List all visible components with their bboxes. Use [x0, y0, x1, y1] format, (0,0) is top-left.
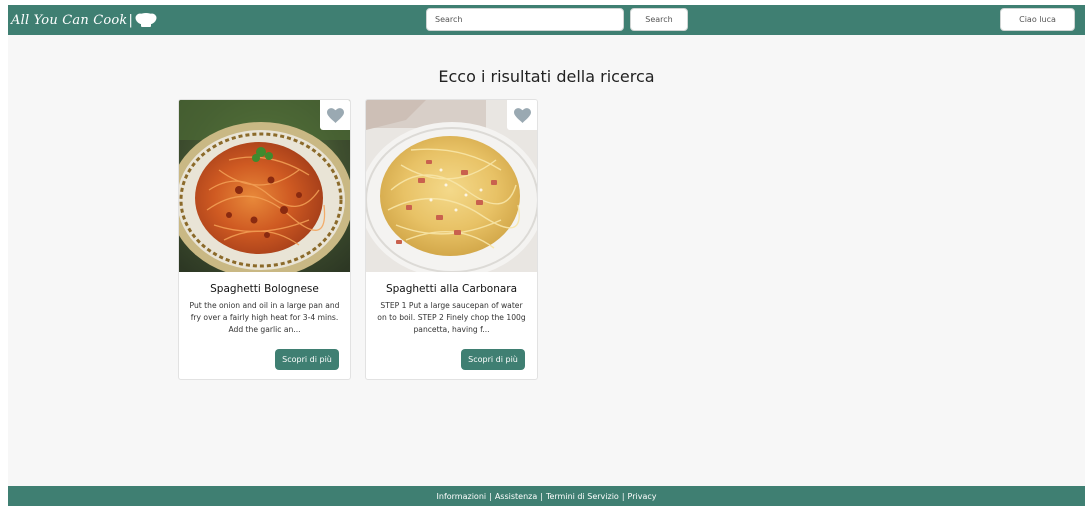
recipe-description: STEP 1 Put a large saucepan of water on …: [377, 301, 526, 334]
recipe-card: Spaghetti Bolognese Put the onion and oi…: [178, 99, 351, 380]
favorite-button[interactable]: [507, 100, 537, 130]
footer-link-termini[interactable]: Termini di Servizio: [546, 492, 619, 501]
navbar: All You Can Cook | Search Ciao luca: [8, 5, 1085, 35]
footer: Informazioni | Assistenza | Termini di S…: [8, 486, 1085, 506]
details-button[interactable]: Scopri di più: [461, 349, 525, 370]
user-menu-button[interactable]: Ciao luca: [1000, 8, 1075, 31]
page-frame: All You Can Cook | Search Ciao luca Ecco…: [8, 5, 1085, 506]
recipe-title: Spaghetti Bolognese: [210, 283, 319, 295]
footer-link-assistenza[interactable]: Assistenza: [495, 492, 537, 501]
favorite-button[interactable]: [320, 100, 350, 130]
heart-icon: [513, 107, 531, 123]
details-button[interactable]: Scopri di più: [275, 349, 339, 370]
footer-separator: |: [540, 491, 543, 501]
search-button[interactable]: Search: [630, 8, 688, 31]
brand-separator: |: [128, 12, 133, 28]
footer-link-privacy[interactable]: Privacy: [628, 492, 657, 501]
footer-link-informazioni[interactable]: Informazioni: [437, 492, 487, 501]
recipe-title: Spaghetti alla Carbonara: [385, 283, 518, 295]
page-title: Ecco i risultati della ricerca: [438, 67, 655, 86]
recipe-description: Put the onion and oil in a large pan and…: [189, 301, 340, 334]
footer-separator: |: [621, 491, 625, 501]
search-input[interactable]: [426, 8, 624, 31]
heart-icon: [326, 107, 344, 123]
brand-logo[interactable]: All You Can Cook |: [11, 11, 157, 29]
chef-hat-icon: [135, 13, 157, 27]
recipe-card: Spaghetti alla Carbonara STEP 1 Put a la…: [365, 99, 538, 380]
footer-separator: |: [489, 491, 492, 501]
brand-name: All You Can Cook: [11, 12, 128, 28]
